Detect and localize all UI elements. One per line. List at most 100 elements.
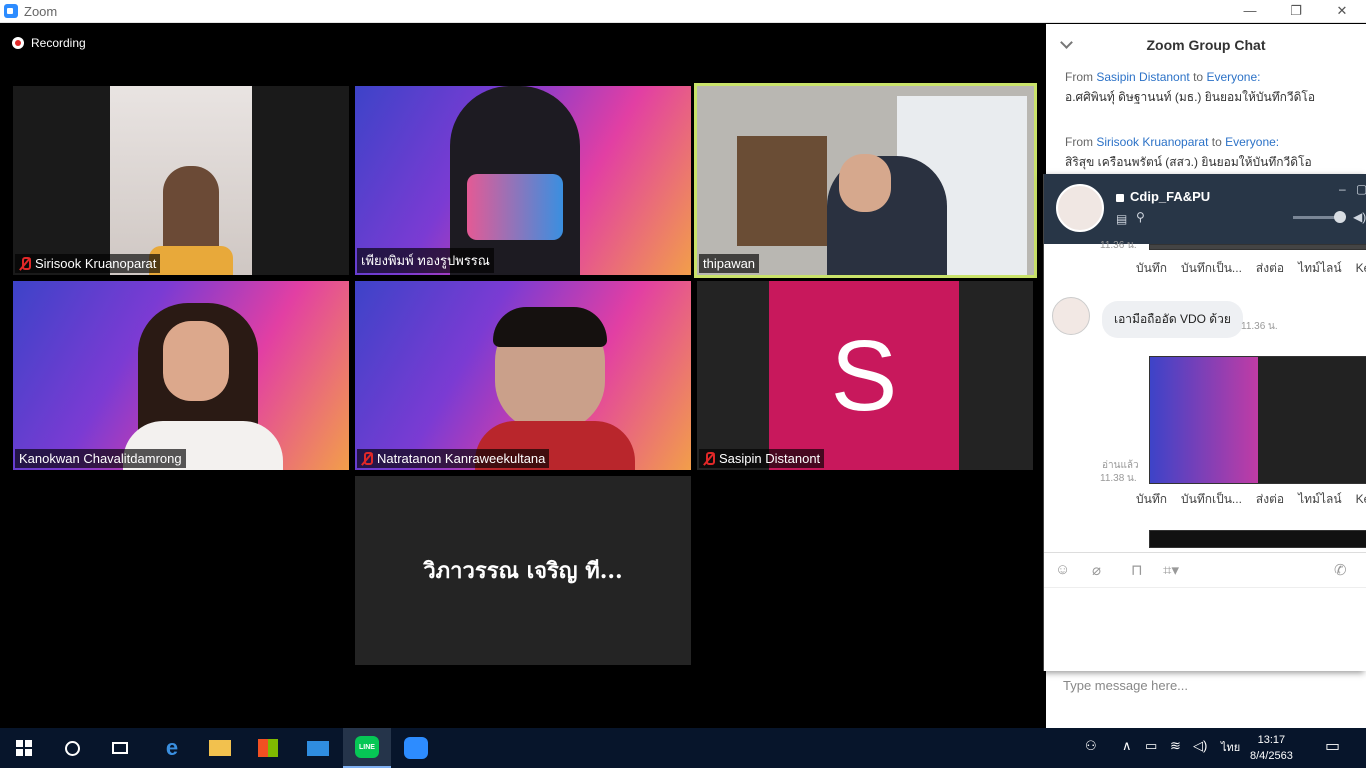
forward-action[interactable]: ส่งต่อ	[1256, 261, 1284, 275]
video-tile-sasipin[interactable]: S Sasipin Distanont	[697, 281, 1033, 470]
zoom-icon	[404, 737, 428, 759]
video-tile-kanokwan[interactable]: Kanokwan Chavalitdamrong	[13, 281, 349, 470]
save-action[interactable]: บันทึก	[1136, 492, 1167, 506]
keep-action[interactable]: Kee	[1356, 261, 1366, 275]
battery-icon[interactable]: ▭	[1145, 738, 1157, 754]
image-actions: บันทึก บันทึกเป็น... ส่งต่อ ไทม์ไลน์ Kee	[1136, 490, 1366, 509]
save-action[interactable]: บันทึก	[1136, 261, 1167, 275]
input-language[interactable]: ไทย	[1221, 738, 1240, 756]
chevron-down-icon[interactable]	[1060, 36, 1073, 49]
timeline-action[interactable]: ไทม์ไลน์	[1298, 492, 1341, 506]
maximize-icon[interactable]: ▢	[1356, 182, 1366, 196]
mic-muted-icon	[19, 256, 31, 271]
save-as-action[interactable]: บันทึกเป็น...	[1181, 492, 1242, 506]
recording-icon	[12, 37, 24, 49]
people-icon[interactable]: ⚇	[1085, 738, 1097, 754]
window-titlebar: Zoom — ❐ ✕	[0, 0, 1366, 23]
shared-image[interactable]	[1149, 244, 1366, 250]
forward-action[interactable]: ส่งต่อ	[1256, 492, 1284, 506]
face-mask	[467, 174, 563, 240]
video-tile-wipawan[interactable]: วิภาวรรณ เจริญ ที...	[355, 476, 691, 665]
chevron-up-icon[interactable]: ∧	[1122, 738, 1132, 754]
line-chat-window: Cdip_FA&PU ▤ ⚲ – ▢ ◀) 11.36 น. บันทึกบัน…	[1043, 174, 1366, 671]
image-actions: บันทึก บันทึกเป็น... ส่งต่อ ไทม์ไลน์ Kee	[1136, 259, 1366, 278]
edge-icon: e	[165, 735, 179, 760]
message-text: สิริสุข เครือนพรัตน์ (สสว.) ยินยอมให้บัน…	[1065, 155, 1312, 169]
wifi-icon[interactable]: ≋	[1170, 738, 1181, 754]
search-button[interactable]	[48, 728, 96, 768]
video-feed	[737, 136, 827, 246]
video-tile-sirisook[interactable]: Sirisook Kruanoparat	[13, 86, 349, 275]
clock-time: 13:17	[1257, 734, 1286, 746]
sender-link[interactable]: Sirisook Kruanoparat	[1096, 135, 1208, 149]
recording-indicator[interactable]: Recording	[12, 36, 86, 50]
shared-screenshot[interactable]	[1149, 530, 1366, 548]
emoji-icon[interactable]: ☺	[1055, 561, 1070, 578]
participant-name: Natratanon Kanraweekultana	[357, 449, 550, 468]
search-icon[interactable]: ⚲	[1136, 210, 1145, 224]
speaker-icon[interactable]: ◀)	[1353, 210, 1366, 224]
attach-icon[interactable]: ⌀	[1092, 561, 1101, 579]
window-title: Zoom	[24, 4, 58, 19]
sender-avatar[interactable]	[1052, 297, 1090, 335]
bookmark-icon[interactable]: ⊓	[1131, 561, 1143, 579]
task-view-button[interactable]	[96, 728, 144, 768]
chat-message: From Sirisook Kruanoparat to Everyone: ส…	[1046, 135, 1366, 172]
system-clock[interactable]: 13:17 8/4/2563	[1250, 732, 1293, 764]
windows-icon	[16, 740, 32, 756]
chat-title: Zoom Group Chat	[1146, 37, 1266, 53]
chat-input[interactable]: Type message here...	[1063, 678, 1188, 693]
save-as-action[interactable]: บันทึกเป็น...	[1181, 261, 1242, 275]
message-bubble: เอามือถืออัด VDO ด้วย	[1102, 301, 1243, 338]
mic-muted-icon	[361, 451, 373, 466]
sender-link[interactable]: Sasipin Distanont	[1096, 70, 1189, 84]
video-tile-natratanon[interactable]: Natratanon Kanraweekultana	[355, 281, 691, 470]
chat-message: From Sasipin Distanont to Everyone: อ.ศศ…	[1046, 70, 1366, 107]
group-avatar[interactable]	[1056, 184, 1104, 232]
lock-icon	[1116, 194, 1124, 202]
participant-name: เพียงพิมพ์ ทองรูปพรรณ	[357, 248, 494, 273]
timeline-action[interactable]: ไทม์ไลน์	[1298, 261, 1341, 275]
recipient-link[interactable]: Everyone:	[1206, 70, 1260, 84]
participant-name-display: วิภาวรรณ เจริญ ที...	[423, 558, 623, 584]
phone-icon[interactable]: ✆	[1334, 561, 1347, 579]
explorer-button[interactable]	[196, 728, 244, 768]
crop-icon[interactable]: ⌗▾	[1163, 561, 1179, 579]
video-tile-piangpim[interactable]: เพียงพิมพ์ ทองรูปพรรณ	[355, 86, 691, 275]
chat-header: Zoom Group Chat	[1046, 24, 1366, 66]
notifications-icon[interactable]: ▭	[1325, 736, 1340, 756]
keep-action[interactable]: Kee	[1356, 492, 1366, 506]
store-icon	[258, 739, 278, 757]
clock-date: 8/4/2563	[1250, 750, 1293, 762]
task-view-icon	[112, 742, 128, 754]
video-gallery: Recording Sirisook Kruanoparat เพียงพิมพ…	[0, 24, 1046, 728]
notes-icon[interactable]: ▤	[1116, 212, 1127, 226]
video-tile-thipawan[interactable]: thipawan	[694, 83, 1037, 278]
minimize-icon[interactable]: –	[1339, 182, 1346, 196]
participant-name: thipawan	[699, 254, 760, 273]
message-time: 11.36 น.	[1241, 321, 1278, 332]
mail-button[interactable]	[294, 728, 342, 768]
restore-button[interactable]: ❐	[1273, 0, 1319, 23]
volume-knob[interactable]	[1334, 211, 1346, 223]
message-text: อ.ศศิพินทุ์ ดิษฐานนท์ (มธ.) ยินยอมให้บัน…	[1065, 90, 1316, 104]
close-button[interactable]: ✕	[1319, 0, 1365, 23]
participant-name: Sirisook Kruanoparat	[15, 254, 161, 273]
folder-icon	[209, 740, 231, 756]
start-button[interactable]	[0, 728, 48, 768]
participant-figure	[839, 154, 891, 212]
participant-name: Sasipin Distanont	[699, 449, 825, 468]
line-app-button[interactable]: LINE	[343, 728, 391, 768]
mic-muted-icon	[703, 451, 715, 466]
store-button[interactable]	[244, 728, 292, 768]
edge-button[interactable]: e	[148, 728, 196, 768]
message-header: From Sirisook Kruanoparat to Everyone:	[1065, 135, 1280, 149]
minimize-button[interactable]: —	[1227, 0, 1273, 23]
participant-figure	[493, 307, 607, 347]
volume-icon[interactable]: ◁)	[1193, 738, 1207, 754]
shared-screenshot[interactable]	[1149, 356, 1366, 484]
zoom-app-button[interactable]	[392, 728, 440, 768]
recipient-link[interactable]: Everyone:	[1225, 135, 1279, 149]
participant-figure	[149, 246, 233, 275]
message-header: From Sasipin Distanont to Everyone:	[1065, 70, 1261, 84]
